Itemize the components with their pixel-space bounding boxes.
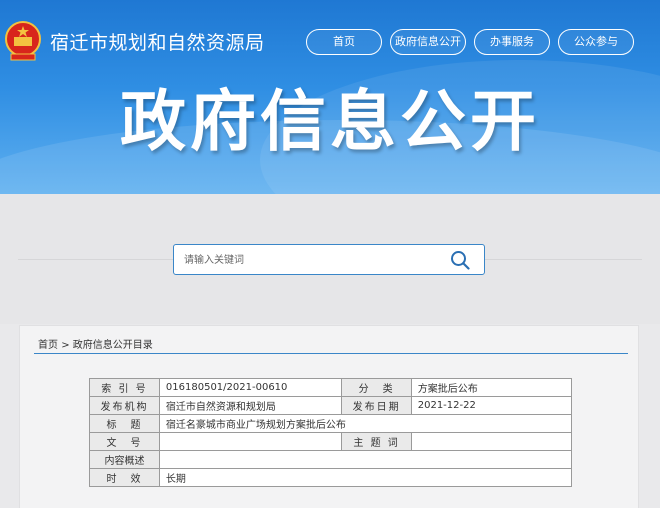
label-category: 分 类 — [341, 378, 412, 397]
value-publish-date: 2021-12-22 — [410, 396, 573, 415]
label-doc-number: 文 号 — [89, 432, 160, 451]
label-publisher: 发布机构 — [89, 396, 160, 415]
value-category: 方案批后公布 — [410, 378, 573, 397]
national-emblem-icon[interactable] — [4, 20, 42, 62]
table-row: 发布机构 宿迁市自然资源和规划局 发布日期 2021-12-22 — [89, 396, 573, 415]
value-doc-number — [158, 432, 343, 451]
nav-services[interactable]: 办事服务 — [474, 29, 550, 55]
site-name[interactable]: 宿迁市规划和自然资源局 — [50, 28, 265, 55]
label-publish-date: 发布日期 — [341, 396, 412, 415]
info-table: 索 引 号 016180501/2021-00610 分 类 方案批后公布 发布… — [89, 378, 573, 487]
value-validity: 长期 — [158, 468, 573, 487]
value-index-number: 016180501/2021-00610 — [158, 378, 343, 397]
breadcrumb-underline — [34, 353, 628, 354]
search-box[interactable] — [173, 244, 485, 275]
table-row: 文 号 主 题 词 — [89, 432, 573, 451]
table-row: 时 效 长期 — [89, 468, 573, 487]
label-validity: 时 效 — [89, 468, 160, 487]
table-row: 标 题 宿迁名豪城市商业广场规划方案批后公布 — [89, 414, 573, 433]
value-publisher: 宿迁市自然资源和规划局 — [158, 396, 343, 415]
label-index-number: 索 引 号 — [89, 378, 160, 397]
table-row: 索 引 号 016180501/2021-00610 分 类 方案批后公布 — [89, 378, 573, 397]
nav-gov-info[interactable]: 政府信息公开 — [390, 29, 466, 55]
search-input[interactable] — [184, 250, 434, 270]
header-banner: 宿迁市规划和自然资源局 首页 政府信息公开 办事服务 公众参与 政府信息公开 — [0, 0, 660, 194]
nav-home[interactable]: 首页 — [306, 29, 382, 55]
breadcrumb-separator: > — [61, 340, 70, 351]
table-row: 内容概述 — [89, 450, 573, 469]
breadcrumb: 首页 > 政府信息公开目录 — [38, 336, 153, 351]
value-title: 宿迁名豪城市商业广场规划方案批后公布 — [158, 414, 573, 433]
search-icon[interactable] — [450, 250, 470, 270]
label-keywords: 主 题 词 — [341, 432, 412, 451]
breadcrumb-home[interactable]: 首页 — [38, 340, 58, 351]
content-panel: 首页 > 政府信息公开目录 索 引 号 016180501/2021-00610… — [19, 325, 639, 508]
label-title: 标 题 — [89, 414, 160, 433]
nav-participation[interactable]: 公众参与 — [558, 29, 634, 55]
value-summary — [158, 450, 573, 469]
label-summary: 内容概述 — [89, 450, 160, 469]
value-keywords — [410, 432, 573, 451]
breadcrumb-current[interactable]: 政府信息公开目录 — [73, 340, 153, 351]
hero-title: 政府信息公开 — [120, 83, 540, 160]
